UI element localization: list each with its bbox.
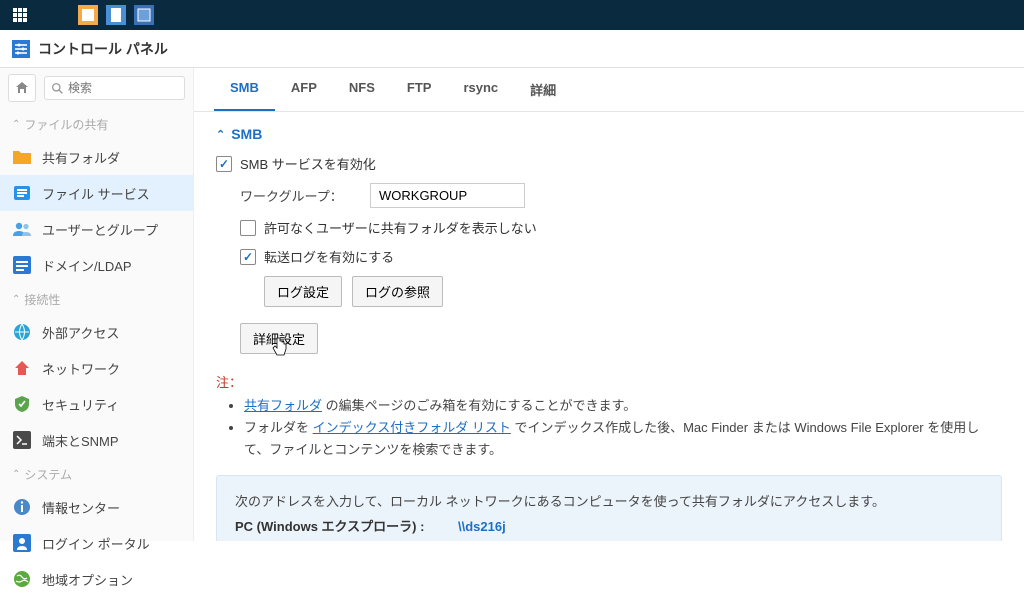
sidebar-section-file-sharing[interactable]: ⌃ ファイルの共有 <box>0 108 193 139</box>
sidebar-section-label: ファイルの共有 <box>24 116 108 133</box>
label-workgroup: ワークグループ： <box>240 186 370 205</box>
tab-rsync[interactable]: rsync <box>447 68 514 111</box>
chevron-up-icon: ⌃ <box>12 469 20 480</box>
taskbar-app-1[interactable] <box>74 1 102 29</box>
sidebar-item-file-service[interactable]: ファイル サービス <box>0 175 193 211</box>
note-2-pre: フォルダを <box>244 420 313 435</box>
region-icon <box>12 569 32 589</box>
checkbox-hide-unauth[interactable] <box>240 220 256 236</box>
network-icon <box>12 358 32 378</box>
sidebar: ⌃ ファイルの共有 共有フォルダ ファイル サービス ユーザーとグループ ド <box>0 68 194 541</box>
label-transfer-log: 転送ログを有効にする <box>264 247 394 266</box>
pc-address-value: \\ds216j <box>458 515 506 540</box>
users-icon <box>12 219 32 239</box>
taskbar-app-3[interactable] <box>130 1 158 29</box>
access-info-box: 次のアドレスを入力して、ローカル ネットワークにあるコンピュータを使って共有フォ… <box>216 475 1002 541</box>
sidebar-item-label: ファイル サービス <box>42 184 150 203</box>
sidebar-item-snmp[interactable]: 端末とSNMP <box>0 422 193 458</box>
btn-log-settings[interactable]: ログ設定 <box>264 276 342 307</box>
note-1-text: の編集ページのごみ箱を有効にすることができます。 <box>322 398 636 413</box>
sidebar-item-label: セキュリティ <box>42 395 119 414</box>
sidebar-item-shared-folder[interactable]: 共有フォルダ <box>0 139 193 175</box>
sidebar-item-info-center[interactable]: 情報センター <box>0 489 193 525</box>
note-header: 注： <box>216 372 1002 391</box>
sidebar-item-label: 共有フォルダ <box>42 148 120 167</box>
label-hide-unauth: 許可なくユーザーに共有フォルダを表示しない <box>264 218 537 237</box>
sidebar-item-label: ドメイン/LDAP <box>42 256 132 275</box>
search-input[interactable] <box>68 81 178 95</box>
tab-smb[interactable]: SMB <box>214 68 275 111</box>
ldap-icon <box>12 255 32 275</box>
tab-ftp[interactable]: FTP <box>391 68 448 111</box>
sidebar-item-external-access[interactable]: 外部アクセス <box>0 314 193 350</box>
sidebar-item-ldap[interactable]: ドメイン/LDAP <box>0 247 193 283</box>
terminal-icon <box>12 430 32 450</box>
sidebar-section-connectivity[interactable]: ⌃ 接続性 <box>0 283 193 314</box>
sidebar-item-label: 情報センター <box>42 498 120 517</box>
sidebar-item-label: 端末とSNMP <box>42 431 119 450</box>
content-panel: SMB AFP NFS FTP rsync 詳細 ⌃ SMB SMB サービスを… <box>194 68 1024 541</box>
sidebar-item-label: ユーザーとグループ <box>42 220 158 239</box>
info-icon <box>12 497 32 517</box>
app-launcher-icon[interactable] <box>6 1 34 29</box>
sidebar-item-security[interactable]: セキュリティ <box>0 386 193 422</box>
cursor-pointer-icon <box>272 337 288 357</box>
pc-address-label: PC (Windows エクスプローラ) : <box>235 515 450 540</box>
sidebar-section-label: 接続性 <box>24 291 60 308</box>
checkbox-enable-smb[interactable] <box>216 156 232 172</box>
section-smb-header[interactable]: ⌃ SMB <box>216 126 1002 142</box>
link-indexed-folders[interactable]: インデックス付きフォルダ リスト <box>313 420 511 435</box>
checkbox-transfer-log[interactable] <box>240 249 256 265</box>
note-list: 共有フォルダ の編集ページのごみ箱を有効にすることができます。 フォルダを イン… <box>216 395 1002 461</box>
note-item-1: 共有フォルダ の編集ページのごみ箱を有効にすることができます。 <box>244 395 1002 417</box>
tab-afp[interactable]: AFP <box>275 68 333 111</box>
sidebar-item-login-portal[interactable]: ログイン ポータル <box>0 525 193 561</box>
globe-icon <box>12 322 32 342</box>
link-shared-folder[interactable]: 共有フォルダ <box>244 398 322 413</box>
shield-icon <box>12 394 32 414</box>
sidebar-item-network[interactable]: ネットワーク <box>0 350 193 386</box>
sidebar-item-label: ログイン ポータル <box>42 534 150 553</box>
note-item-2: フォルダを インデックス付きフォルダ リスト でインデックス作成した後、Mac … <box>244 417 1002 461</box>
sidebar-item-users[interactable]: ユーザーとグループ <box>0 211 193 247</box>
tab-bar: SMB AFP NFS FTP rsync 詳細 <box>194 68 1024 112</box>
sidebar-item-regional[interactable]: 地域オプション <box>0 561 193 597</box>
sidebar-item-label: ネットワーク <box>42 359 120 378</box>
login-icon <box>12 533 32 553</box>
home-button[interactable] <box>8 74 36 102</box>
input-workgroup[interactable] <box>370 183 525 208</box>
taskbar-app-2[interactable] <box>102 1 130 29</box>
chevron-up-icon: ⌃ <box>12 119 20 130</box>
window-title: コントロール パネル <box>38 39 168 59</box>
chevron-up-icon: ⌃ <box>12 294 20 305</box>
sidebar-item-label: 地域オプション <box>42 570 133 589</box>
search-field[interactable] <box>44 76 185 100</box>
control-panel-icon <box>12 40 30 58</box>
sidebar-section-label: システム <box>24 466 72 483</box>
folder-icon <box>12 147 32 167</box>
sidebar-item-label: 外部アクセス <box>42 323 119 342</box>
window-header: コントロール パネル <box>0 30 1024 68</box>
search-icon <box>51 82 64 95</box>
section-title: SMB <box>231 126 262 142</box>
system-topbar <box>0 0 1024 30</box>
tab-advanced[interactable]: 詳細 <box>514 68 572 111</box>
btn-log-view[interactable]: ログの参照 <box>352 276 443 307</box>
tab-nfs[interactable]: NFS <box>333 68 391 111</box>
info-box-title: 次のアドレスを入力して、ローカル ネットワークにあるコンピュータを使って共有フォ… <box>235 490 983 515</box>
label-enable-smb: SMB サービスを有効化 <box>240 154 376 173</box>
sidebar-section-system[interactable]: ⌃ システム <box>0 458 193 489</box>
file-service-icon <box>12 183 32 203</box>
chevron-up-icon: ⌃ <box>216 128 225 141</box>
